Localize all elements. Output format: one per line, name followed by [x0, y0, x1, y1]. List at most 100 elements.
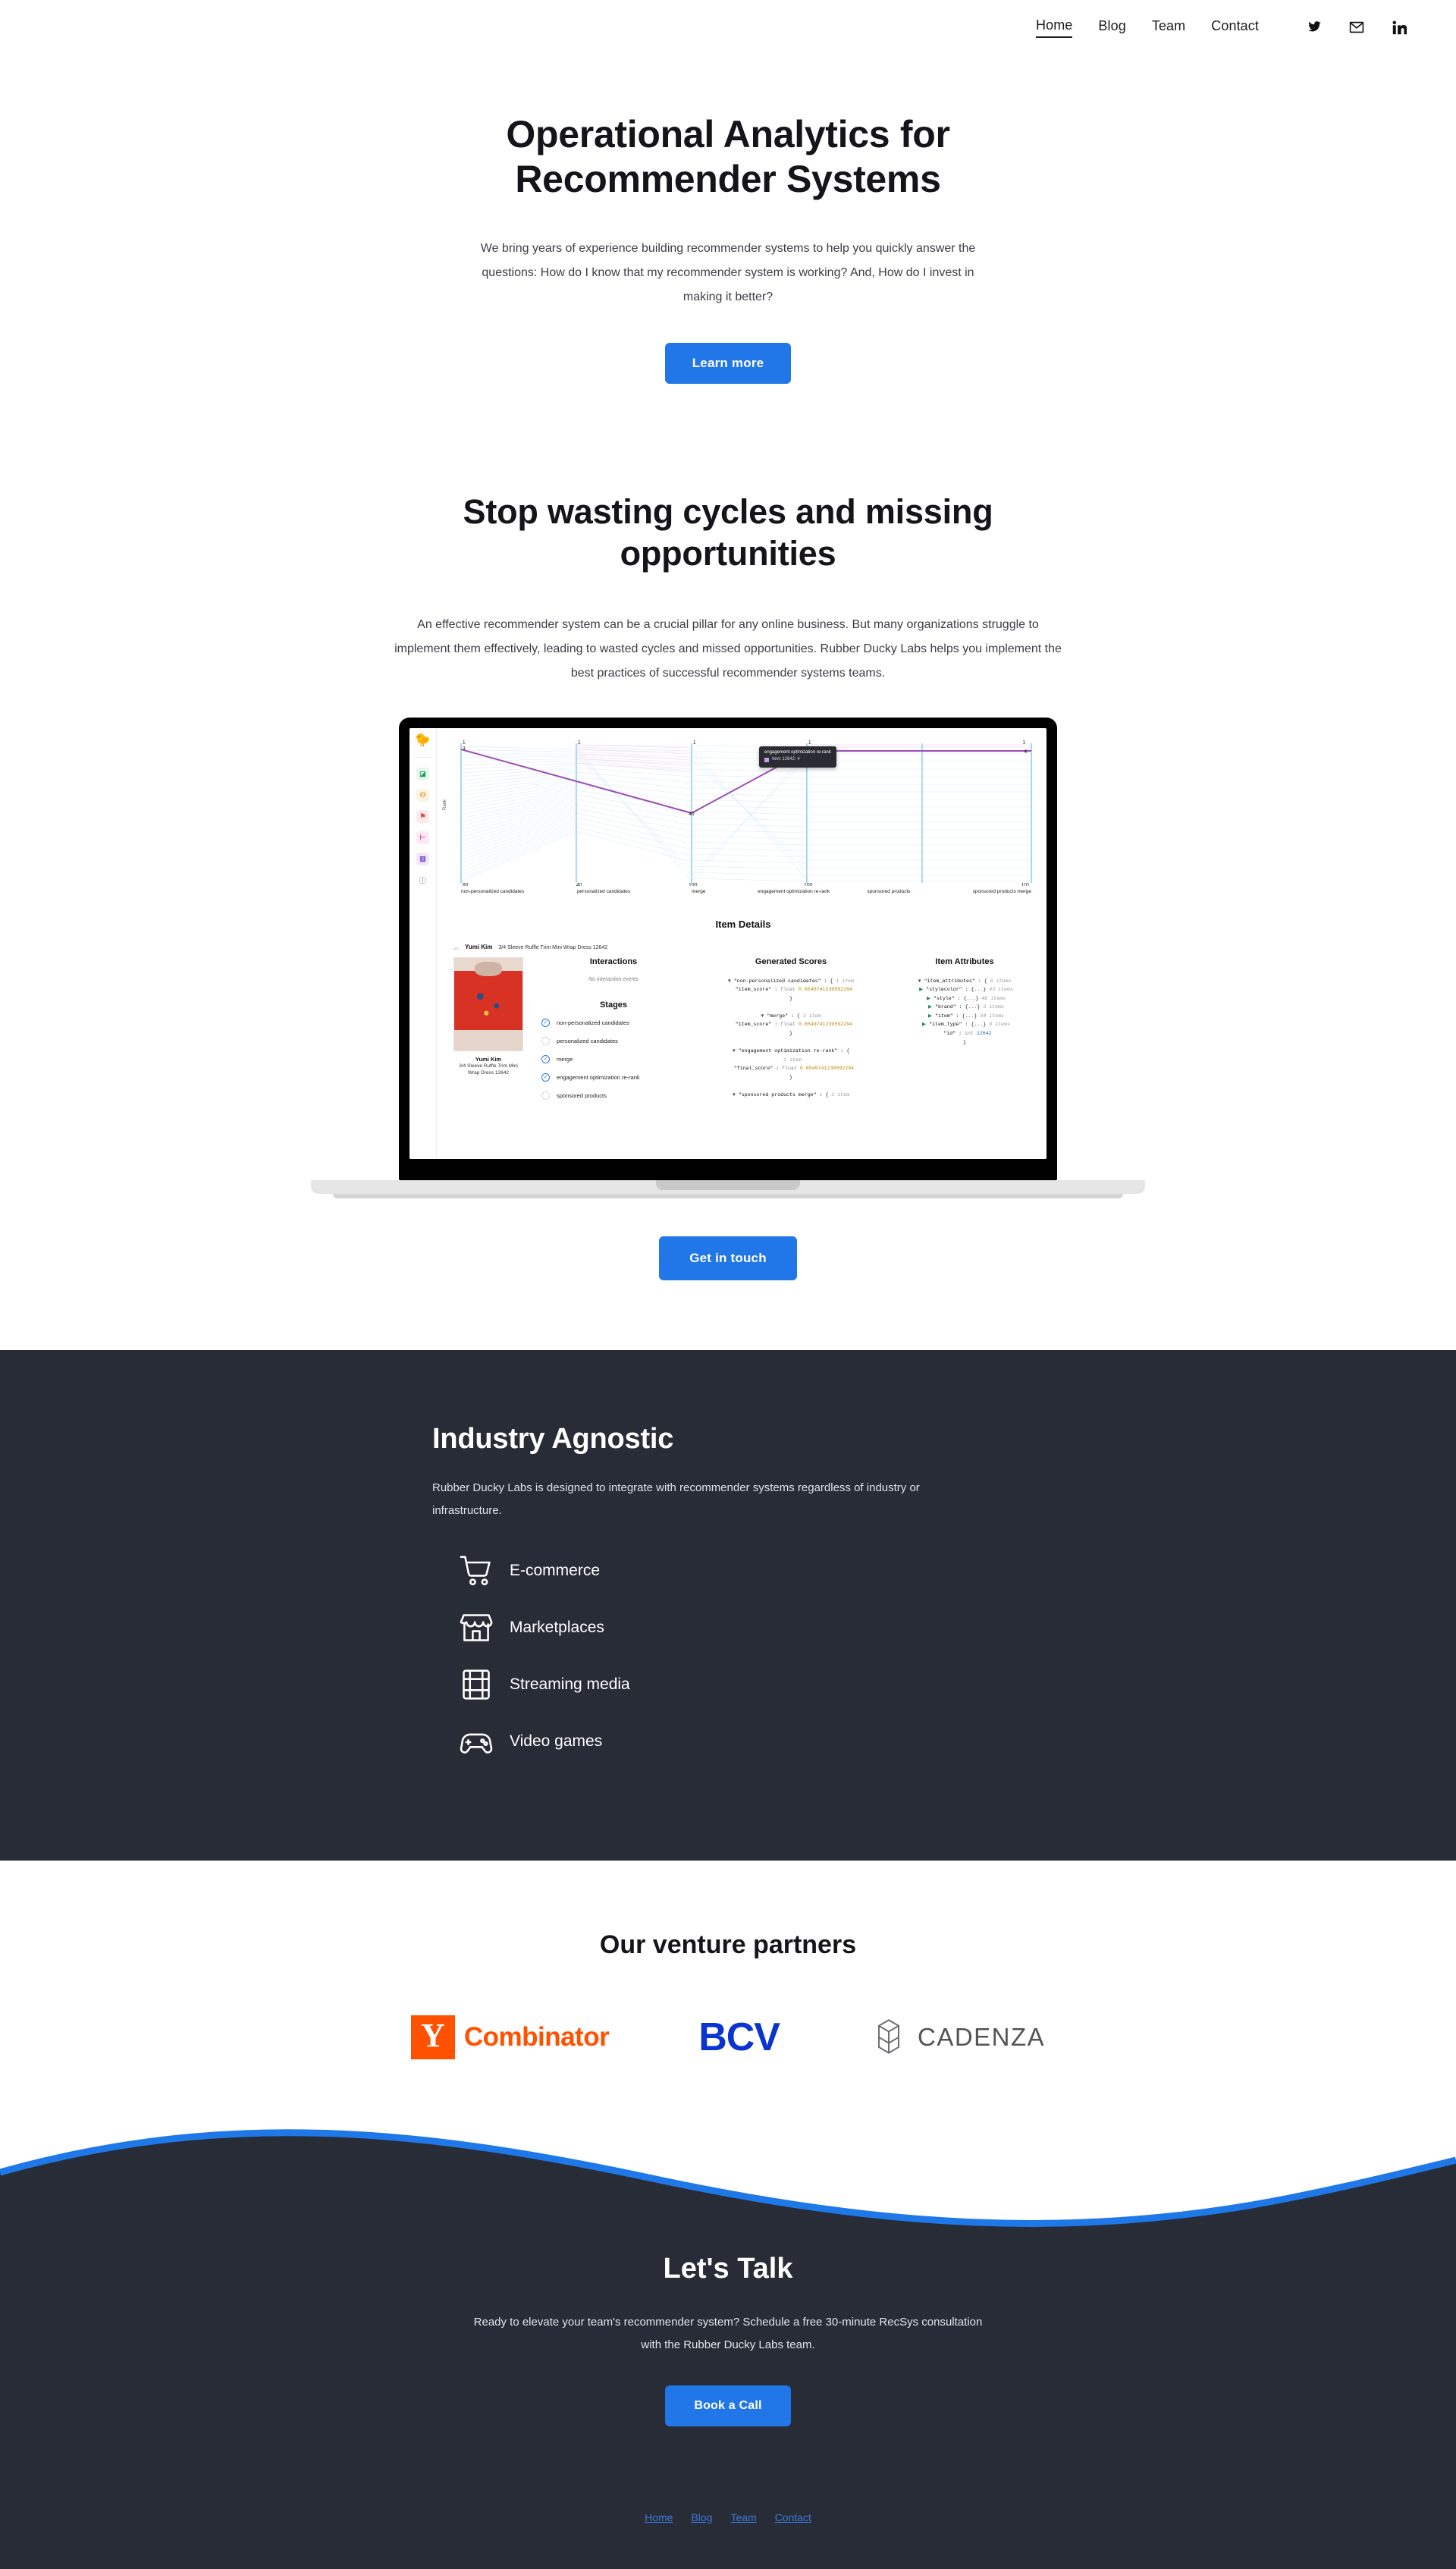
nav-link-team[interactable]: Team	[1152, 18, 1185, 37]
industry-label: Streaming media	[510, 1675, 630, 1693]
laptop-mockup: 🐤 ◪ ⚇ ⚑ ⊢ ▥ ⓘ Rank 1 3 1 1 40 1 1 4 60 4…	[311, 717, 1145, 1198]
stage-row: ✓ merge	[541, 1054, 686, 1063]
get-in-touch-button[interactable]: Get in touch	[659, 1236, 797, 1280]
cta-title: Let's Talk	[663, 2252, 793, 2285]
landing-page: Home Blog Team Contact Operational Analy…	[0, 0, 1456, 2569]
pending-icon: ·	[541, 1036, 550, 1045]
footer-link-home[interactable]: Home	[645, 2511, 673, 2523]
svg-text:3: 3	[463, 746, 466, 752]
product-thumb-brand: Yumi Kim	[475, 1055, 502, 1063]
chart-category-labels: non-personalized candidates personalized…	[458, 889, 1034, 894]
email-icon[interactable]	[1348, 19, 1365, 36]
nav-link-contact[interactable]: Contact	[1211, 18, 1259, 37]
svg-text:40: 40	[576, 883, 582, 886]
chart-category-0: non-personalized candidates	[461, 888, 525, 894]
footer-link-contact[interactable]: Contact	[775, 2511, 811, 2523]
industry-label: E-commerce	[510, 1561, 601, 1579]
score-field: "item_score"	[735, 987, 772, 993]
score-value: 0.6549741230592294	[799, 1066, 855, 1072]
chart-category-1: personalized candidates	[576, 888, 631, 894]
bcv-logo: BCV	[698, 2015, 780, 2060]
problem-title-line2: opportunities	[620, 533, 836, 573]
attr-key: "item"	[934, 1013, 953, 1019]
svg-text:1: 1	[693, 740, 696, 746]
industry-title: Industry Agnostic	[432, 1422, 674, 1455]
filter-icon[interactable]: ⊢	[416, 831, 429, 844]
interactions-heading: Interactions	[589, 956, 638, 966]
cadenza-logo: CADENZA	[869, 2018, 1045, 2057]
storefront-icon	[460, 1611, 493, 1644]
stage-row: · personalized candidates	[541, 1036, 686, 1045]
attr-id-value: 12642	[976, 1030, 992, 1036]
top-navigation: Home Blog Team Contact	[0, 0, 1456, 55]
attr-id-type: int	[964, 1030, 974, 1036]
svg-text:40: 40	[689, 812, 695, 817]
nav-link-home[interactable]: Home	[1035, 17, 1073, 38]
users-icon[interactable]: ⚇	[416, 788, 429, 802]
stage-row: ✓ non-personalized candidates	[541, 1018, 686, 1027]
problem-title-line1: Stop wasting cycles and missing	[463, 492, 993, 531]
industry-paragraph: Rubber Ducky Labs is designed to integra…	[432, 1481, 920, 1517]
svg-text:100: 100	[689, 883, 698, 886]
check-icon: ✓	[541, 1073, 550, 1082]
problem-paragraph: An effective recommender system can be a…	[394, 617, 1062, 680]
chart-y-axis-label: Rank	[443, 799, 447, 810]
generated-scores-heading: Generated Scores	[755, 956, 827, 966]
footer-link-team[interactable]: Team	[730, 2511, 756, 2523]
item-details-panel: Item Details ︿ Yumi Kim 3/4 Sleeve Ruffl…	[437, 914, 1046, 1159]
chart-icon[interactable]: ◪	[416, 767, 429, 780]
svg-text:60: 60	[463, 883, 469, 886]
stage-label: engagement optimization re-rank	[557, 1073, 640, 1081]
score-meta: 1 item	[802, 1013, 821, 1019]
svg-text:1: 1	[1022, 740, 1025, 746]
twitter-icon[interactable]	[1306, 19, 1323, 36]
flag-icon[interactable]: ⚑	[416, 809, 429, 823]
industry-label: Video games	[510, 1732, 603, 1750]
tooltip-value: Item 12642: 4	[772, 757, 800, 762]
industry-list: E-commerce Marketplaces Streaming media	[432, 1554, 1024, 1758]
svg-text:1: 1	[578, 740, 581, 746]
item-product-name: 3/4 Sleeve Ruffle Trim Mini Wrap Dress 1…	[498, 944, 608, 950]
collapse-caret-icon[interactable]: ︿	[453, 944, 459, 951]
stages-heading: Stages	[599, 1000, 628, 1010]
score-type: float	[780, 987, 795, 993]
stage-label: personalized candidates	[557, 1037, 618, 1044]
industry-label: Marketplaces	[510, 1618, 604, 1636]
product-thumb-desc: 3/4 Sleeve Ruffle Trim Mini Wrap Dress 1…	[459, 1063, 518, 1076]
yc-badge: Y	[410, 2015, 455, 2059]
attrs-root-key: "item_attributes"	[924, 978, 975, 984]
learn-more-button[interactable]: Learn more	[664, 343, 792, 384]
footer-link-blog[interactable]: Blog	[691, 2511, 712, 2523]
nav-link-blog[interactable]: Blog	[1098, 18, 1125, 37]
parallel-coordinates-chart: Rank 1 3 1 1 40 1 1 4 60 40 100 100 101 …	[437, 728, 1046, 914]
score-meta: 1 item	[836, 978, 855, 984]
footer-links: Home Blog Team Contact	[0, 2511, 1456, 2523]
stage-row: ✓ engagement optimization re-rank	[541, 1073, 686, 1082]
score-meta: 1 item	[783, 1057, 802, 1063]
info-icon[interactable]: ⓘ	[416, 874, 429, 887]
score-key: "merge"	[767, 1013, 789, 1019]
attr-key: "style"	[934, 995, 955, 1001]
attr-key: "stylecolor"	[926, 987, 962, 993]
attr-id-key: "id"	[943, 1030, 956, 1036]
svg-text:4: 4	[1024, 749, 1027, 755]
book-a-call-button[interactable]: Book a Call	[665, 2385, 791, 2426]
industry-section: Industry Agnostic Rubber Ducky Labs is d…	[0, 1349, 1456, 1861]
wave-divider	[0, 2128, 1456, 2235]
score-key: "non-personalized candidates"	[733, 978, 821, 984]
book-icon[interactable]: ▥	[416, 852, 429, 865]
pending-icon: ·	[541, 1091, 550, 1100]
cta-paragraph: Ready to elevate your team's recommender…	[473, 2315, 983, 2351]
score-type: float	[780, 1022, 795, 1028]
attrs-root-meta: 6 items	[990, 978, 1012, 984]
problem-section: Stop wasting cycles and missing opportun…	[0, 384, 1456, 1350]
industry-item-video-games: Video games	[432, 1725, 1024, 1758]
score-key: "engagement optimization re-rank"	[738, 1048, 838, 1054]
y-combinator-logo: Y Combinator	[410, 2015, 610, 2059]
attr-meta: 6 items	[989, 1022, 1010, 1028]
interactions-empty-text: No interaction events	[588, 976, 639, 982]
rubber-duck-logo[interactable]: 🐤	[415, 733, 431, 746]
attr-key: "item_type"	[929, 1022, 962, 1028]
linkedin-icon[interactable]	[1391, 19, 1407, 36]
cadenza-cube-icon	[869, 2018, 908, 2057]
